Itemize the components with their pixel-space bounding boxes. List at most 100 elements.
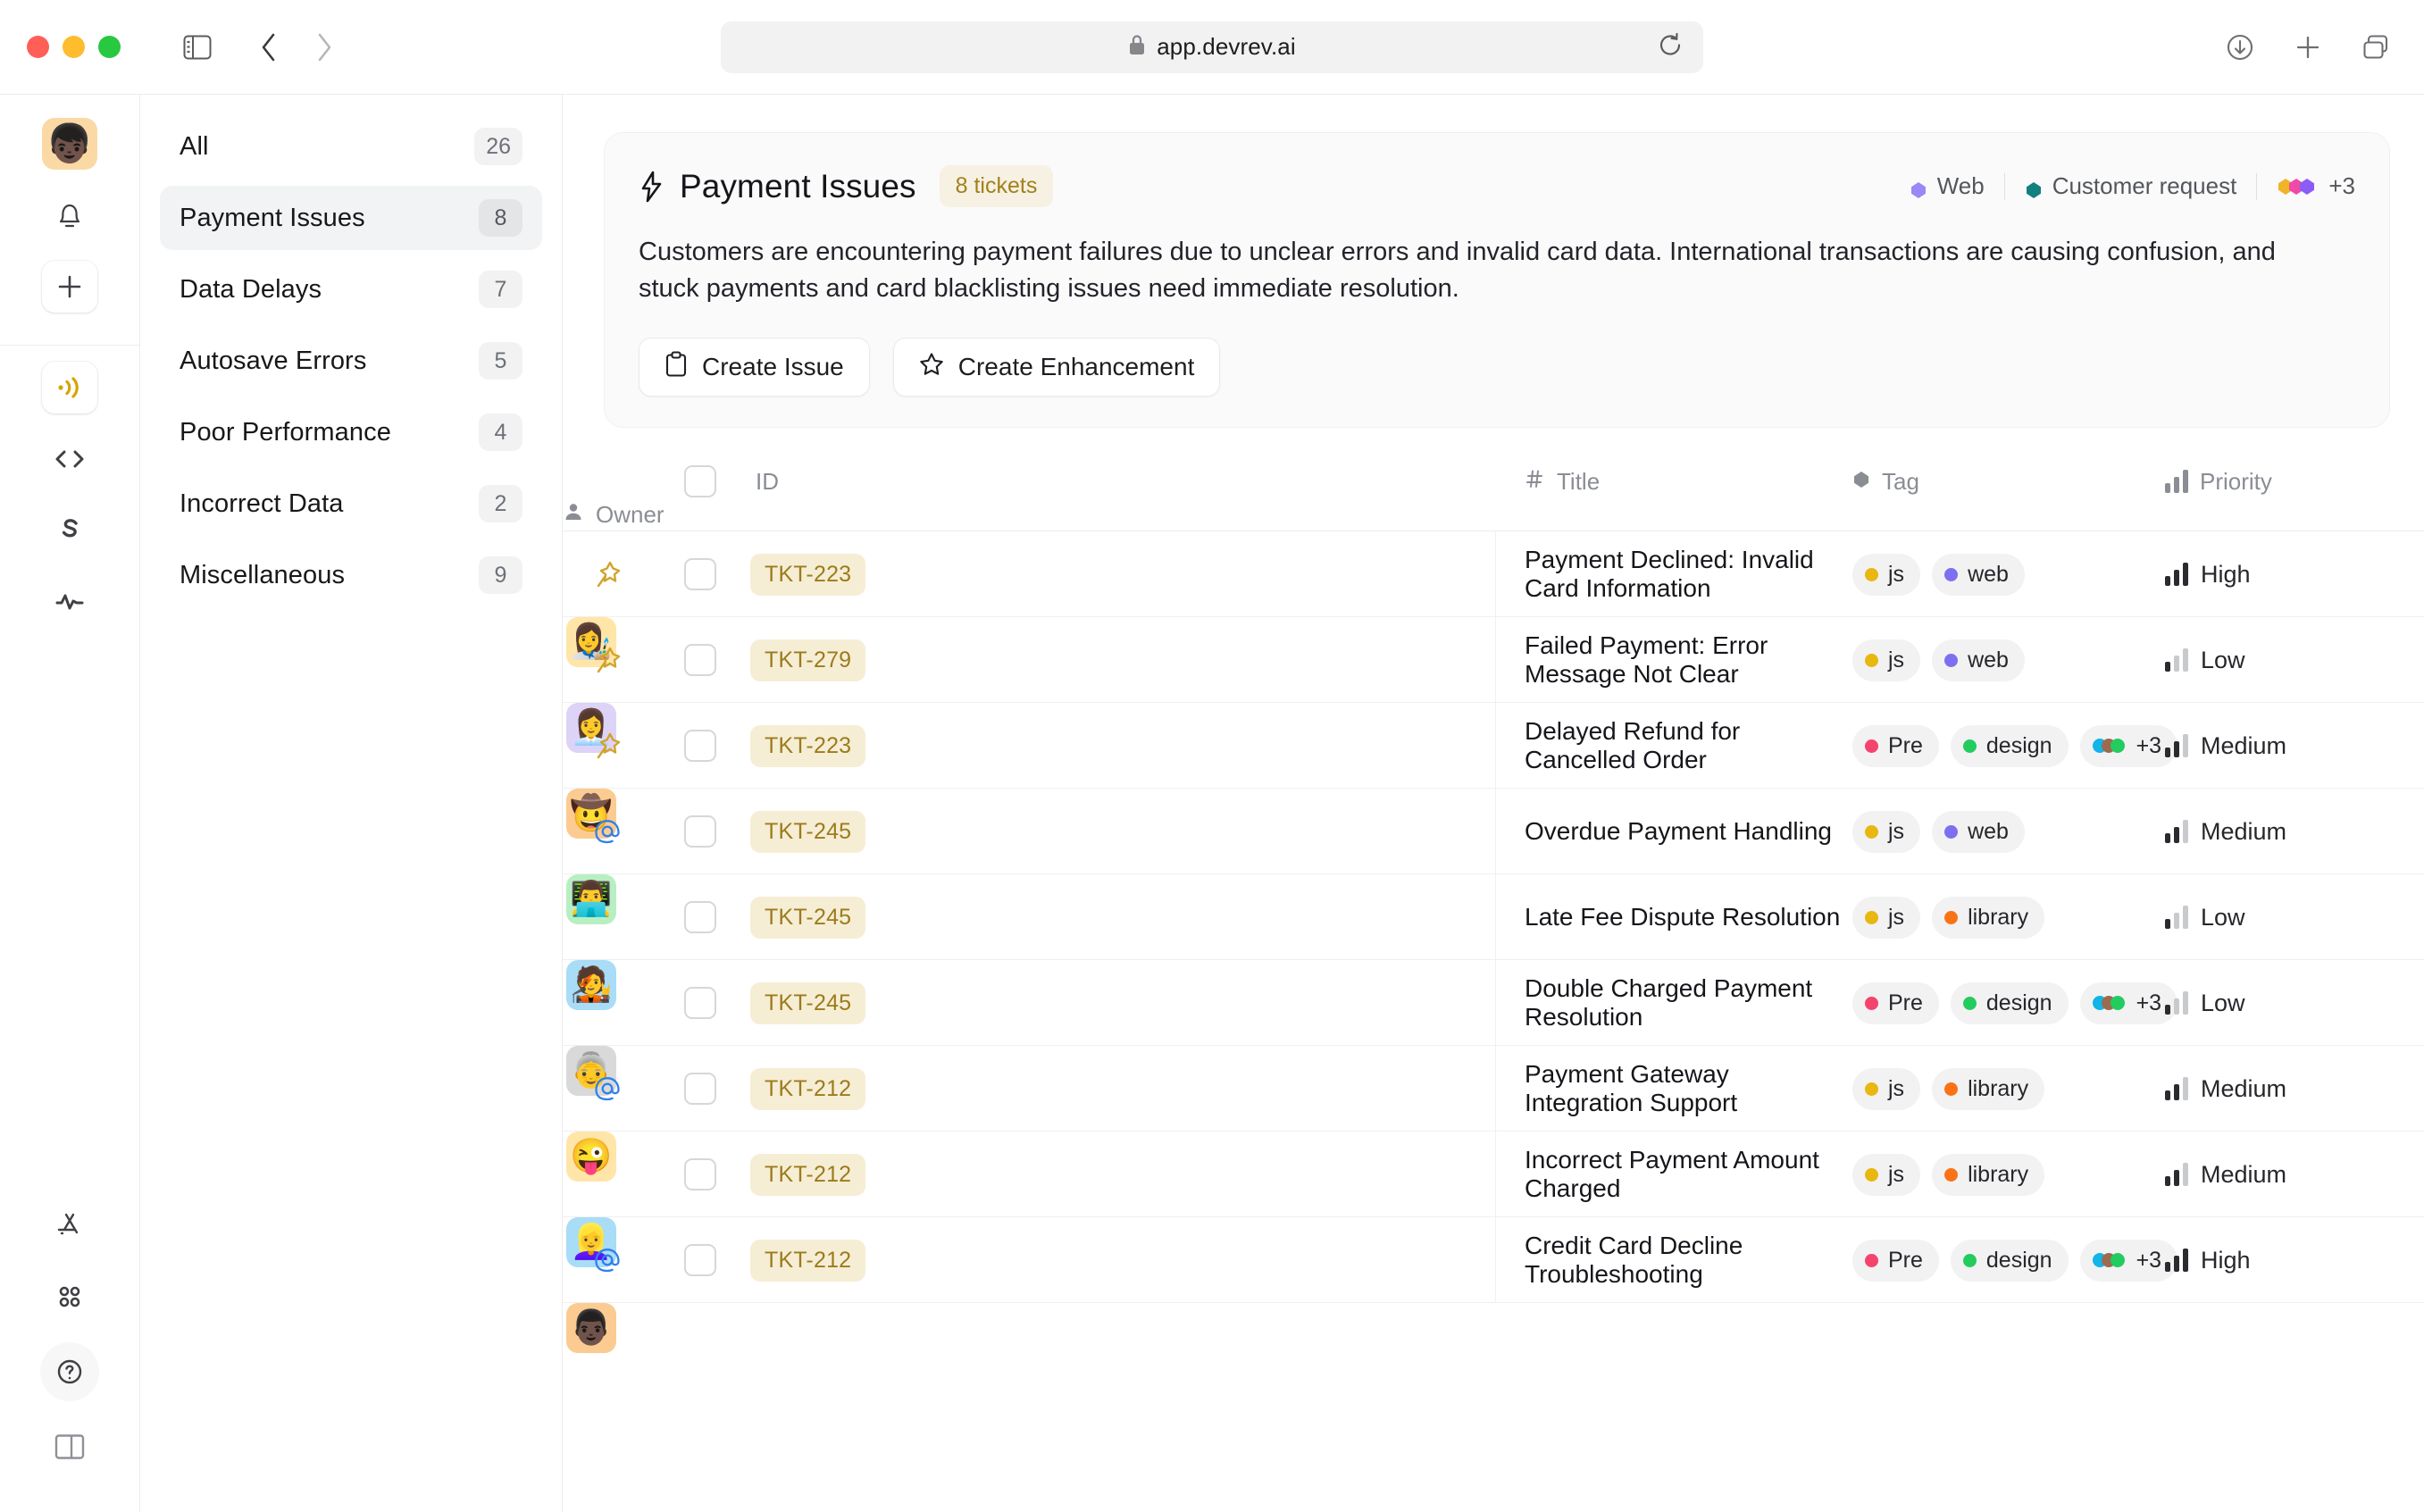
row-checkbox[interactable] (652, 1073, 748, 1105)
ticket-priority-cell[interactable]: High (2165, 1247, 2424, 1274)
ticket-priority-cell[interactable]: Medium (2165, 1075, 2424, 1103)
tag-chip[interactable]: js (1852, 897, 1920, 939)
analytics-pulse-icon[interactable] (42, 576, 97, 628)
code-icon[interactable] (42, 433, 97, 485)
ticket-priority-cell[interactable]: Medium (2165, 818, 2424, 846)
sidebar-item-miscellaneous[interactable]: Miscellaneous 9 (160, 543, 542, 607)
ticket-title[interactable]: Payment Gateway Integration Support (1495, 1046, 1852, 1132)
row-checkbox[interactable] (652, 1244, 748, 1276)
grid-apps-icon[interactable] (42, 1271, 97, 1323)
column-header-priority[interactable]: Priority (2165, 468, 2424, 496)
create-issue-button[interactable]: Create Issue (639, 338, 870, 397)
tag-chip[interactable]: js (1852, 1154, 1920, 1196)
tag-chip[interactable]: design (1951, 725, 2069, 767)
row-checkbox[interactable] (652, 901, 748, 933)
ticket-title[interactable]: Incorrect Payment Amount Charged (1495, 1132, 1852, 1217)
summary-tag-web[interactable]: Web (1890, 172, 2004, 200)
create-new-icon[interactable] (42, 261, 97, 313)
summary-tag-customer-request[interactable]: Customer request (2005, 172, 2257, 200)
tag-chip[interactable]: web (1932, 639, 2025, 681)
ticket-title[interactable]: Payment Declined: Invalid Card Informati… (1495, 531, 1852, 617)
table-row[interactable]: TKT-245Overdue Payment HandlingjswebMedi… (563, 789, 2424, 874)
broadcast-icon[interactable] (42, 362, 97, 414)
row-checkbox[interactable] (652, 730, 748, 762)
ticket-id-cell[interactable]: TKT-279 (748, 639, 1495, 681)
tag-chip[interactable]: js (1852, 639, 1920, 681)
ticket-owner-cell[interactable]: 🧑‍🎤 (563, 960, 652, 1010)
pin-icon[interactable] (563, 560, 652, 589)
ticket-priority-cell[interactable]: Medium (2165, 1161, 2424, 1189)
ticket-title[interactable]: Late Fee Dispute Resolution (1495, 874, 1852, 960)
sidebar-item-payment-issues[interactable]: Payment Issues 8 (160, 186, 542, 250)
row-checkbox[interactable] (652, 1158, 748, 1190)
sidebar-item-all[interactable]: All 26 (160, 114, 542, 179)
table-row[interactable]: TKT-212Incorrect Payment Amount Chargedj… (563, 1132, 2424, 1217)
address-bar[interactable]: app.devrev.ai (721, 21, 1703, 73)
ticket-priority-cell[interactable]: Low (2165, 904, 2424, 931)
row-checkbox[interactable] (652, 987, 748, 1019)
tag-chip[interactable]: web (1932, 811, 2025, 853)
table-row[interactable]: TKT-245Late Fee Dispute Resolutionjslibr… (563, 874, 2424, 960)
create-enhancement-button[interactable]: Create Enhancement (893, 338, 1221, 397)
ticket-title[interactable]: Failed Payment: Error Message Not Clear (1495, 617, 1852, 703)
table-row[interactable]: TKT-212Payment Gateway Integration Suppo… (563, 1046, 2424, 1132)
tag-chip[interactable]: js (1852, 554, 1920, 596)
mention-icon[interactable] (563, 818, 652, 845)
ticket-priority-cell[interactable]: Medium (2165, 732, 2424, 760)
tag-chip[interactable]: web (1932, 554, 2025, 596)
table-row[interactable]: TKT-279Failed Payment: Error Message Not… (563, 617, 2424, 703)
ticket-priority-cell[interactable]: High (2165, 561, 2424, 589)
pin-icon[interactable] (563, 731, 652, 760)
sidebar-item-poor-performance[interactable]: Poor Performance 4 (160, 400, 542, 464)
ticket-id-cell[interactable]: TKT-223 (748, 725, 1495, 767)
back-arrow-icon[interactable] (246, 24, 292, 71)
forward-arrow-icon[interactable] (301, 24, 347, 71)
ticket-id-cell[interactable]: TKT-245 (748, 897, 1495, 939)
select-all-checkbox[interactable] (652, 465, 748, 497)
sidebar-item-incorrect-data[interactable]: Incorrect Data 2 (160, 472, 542, 536)
table-row[interactable]: TKT-223Delayed Refund for Cancelled Orde… (563, 703, 2424, 789)
row-checkbox[interactable] (652, 558, 748, 590)
row-checkbox[interactable] (652, 815, 748, 848)
ticket-priority-cell[interactable]: Low (2165, 990, 2424, 1017)
help-icon[interactable] (40, 1342, 99, 1401)
tab-overview-icon[interactable] (2353, 24, 2399, 71)
more-tags-chip[interactable]: +3 (2080, 725, 2178, 767)
sidebar-item-data-delays[interactable]: Data Delays 7 (160, 257, 542, 322)
mention-icon[interactable] (563, 1247, 652, 1274)
tag-chip[interactable]: js (1852, 811, 1920, 853)
tag-chip[interactable]: Pre (1852, 982, 1939, 1024)
column-header-tag[interactable]: Tag (1852, 468, 2165, 496)
ticket-id-cell[interactable]: TKT-212 (748, 1154, 1495, 1196)
panel-toggle-icon[interactable] (42, 1421, 97, 1473)
maximize-window-button[interactable] (98, 36, 121, 58)
table-row[interactable]: TKT-245Double Charged Payment Resolution… (563, 960, 2424, 1046)
more-tags-chip[interactable]: +3 (2080, 1240, 2178, 1282)
column-header-title[interactable]: Title (1495, 468, 1852, 496)
ticket-title[interactable]: Credit Card Decline Troubleshooting (1495, 1217, 1852, 1303)
ticket-title[interactable]: Double Charged Payment Resolution (1495, 960, 1852, 1046)
sidebar-item-autosave-errors[interactable]: Autosave Errors 5 (160, 329, 542, 393)
ticket-title[interactable]: Overdue Payment Handling (1495, 789, 1852, 874)
tag-chip[interactable]: js (1852, 1068, 1920, 1110)
user-avatar[interactable]: 👦🏿 (42, 118, 97, 170)
table-row[interactable]: TKT-212Credit Card Decline Troubleshooti… (563, 1217, 2424, 1303)
new-tab-plus-icon[interactable] (2285, 24, 2331, 71)
ticket-id-cell[interactable]: TKT-223 (748, 554, 1495, 596)
tag-chip[interactable]: library (1932, 1068, 2044, 1110)
tag-chip[interactable]: Pre (1852, 725, 1939, 767)
ticket-owner-cell[interactable]: 👨🏿 (563, 1303, 652, 1353)
ticket-id-cell[interactable]: TKT-245 (748, 982, 1495, 1024)
apps-store-icon[interactable] (42, 1199, 97, 1251)
tag-chip[interactable]: library (1932, 1154, 2044, 1196)
tag-chip[interactable]: design (1951, 1240, 2069, 1282)
pin-icon[interactable] (563, 646, 652, 674)
tag-chip[interactable]: design (1951, 982, 2069, 1024)
ticket-title[interactable]: Delayed Refund for Cancelled Order (1495, 703, 1852, 789)
ticket-id-cell[interactable]: TKT-212 (748, 1068, 1495, 1110)
ticket-priority-cell[interactable]: Low (2165, 647, 2424, 674)
reload-icon[interactable] (1657, 31, 1684, 63)
ticket-owner-cell[interactable]: 👨‍💻 (563, 874, 652, 924)
close-window-button[interactable] (27, 36, 49, 58)
column-header-owner[interactable]: Owner (563, 501, 652, 529)
